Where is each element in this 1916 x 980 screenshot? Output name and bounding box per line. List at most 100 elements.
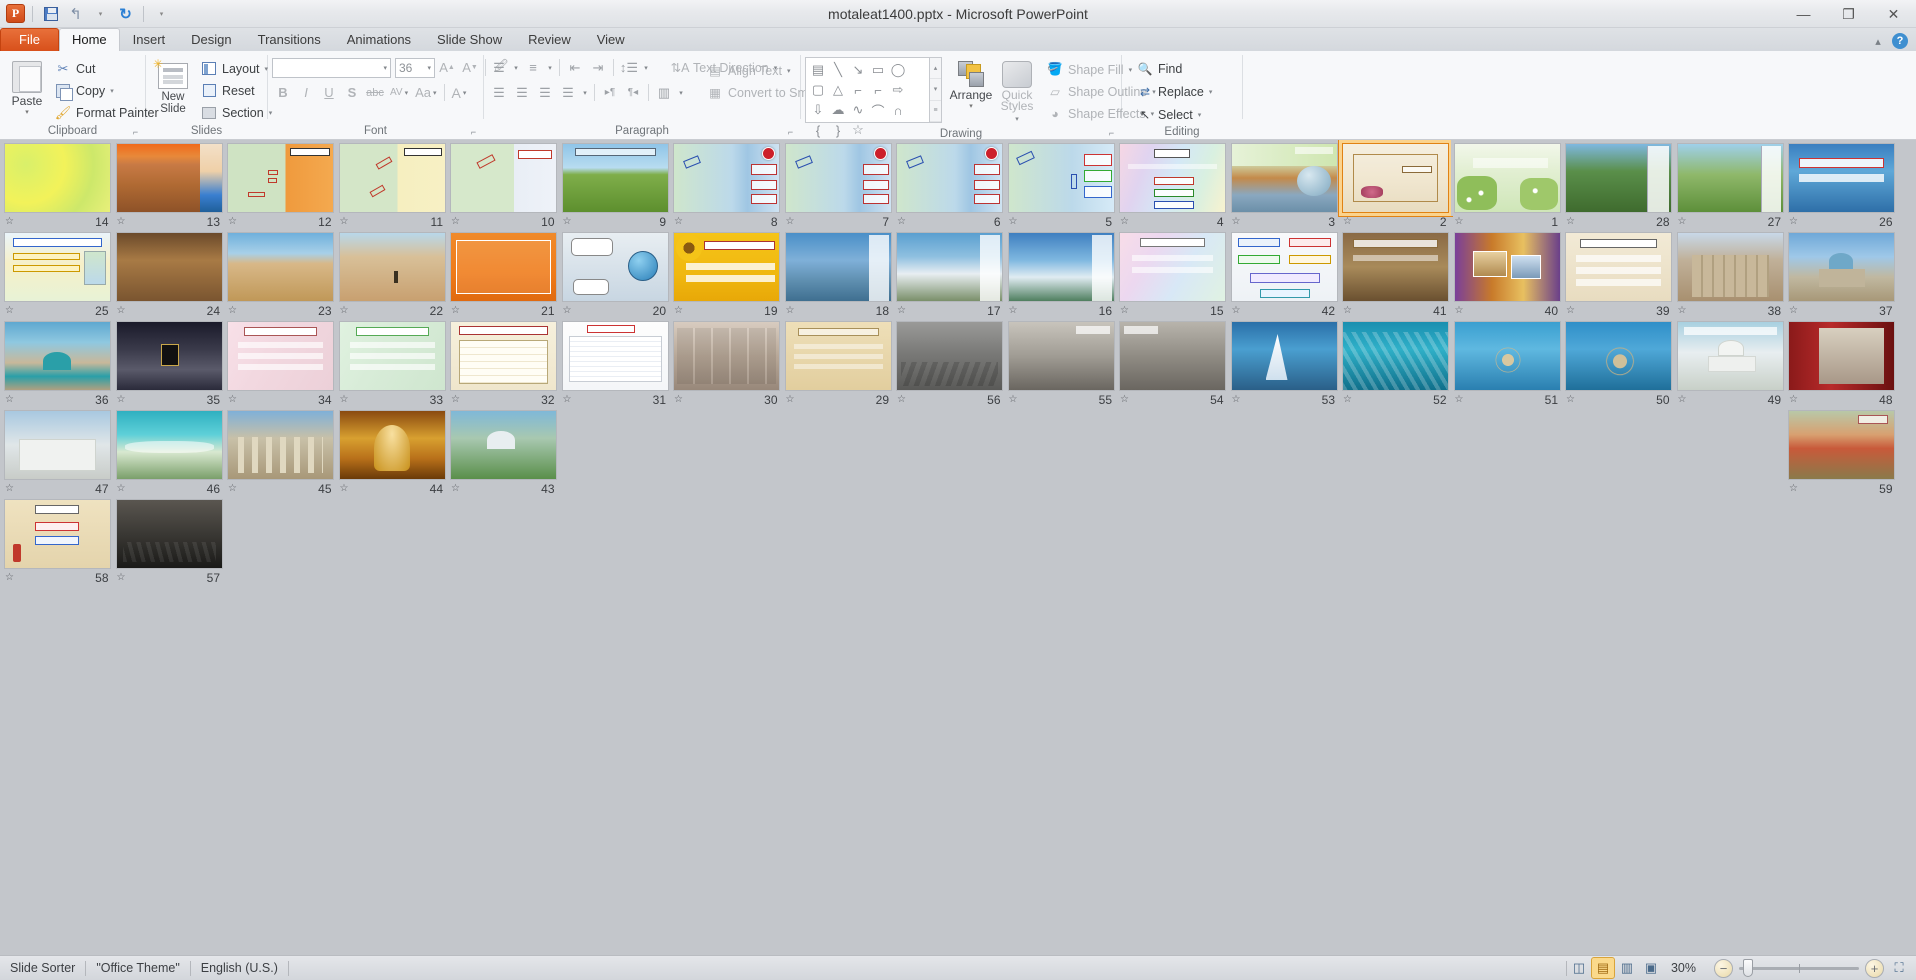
- transition-star-icon[interactable]: ☆: [1009, 394, 1018, 405]
- slide-thumbnail[interactable]: [4, 321, 111, 391]
- transition-star-icon[interactable]: ☆: [1343, 305, 1352, 316]
- slide-cell-4[interactable]: ☆ 4: [1117, 143, 1229, 229]
- slide-cell-26[interactable]: ☆ 26: [1786, 143, 1898, 229]
- font-dialog-launcher-icon[interactable]: ⌐: [468, 126, 479, 137]
- transition-star-icon[interactable]: ☆: [1232, 216, 1241, 227]
- transition-star-icon[interactable]: ☆: [5, 305, 14, 316]
- slide-thumbnail[interactable]: [784, 143, 892, 213]
- paragraph-dialog-launcher-icon[interactable]: ⌐: [785, 126, 796, 137]
- minimize-button[interactable]: —: [1781, 0, 1826, 28]
- slide-thumbnail[interactable]: [1342, 321, 1449, 391]
- shape-elbow-arrow-icon[interactable]: ⌐: [868, 80, 888, 100]
- layout-button[interactable]: Layout ▾: [196, 58, 277, 79]
- slide-thumbnail[interactable]: [1788, 143, 1895, 213]
- slide-cell-46[interactable]: ☆ 46: [114, 410, 226, 496]
- slide-cell-18[interactable]: ☆ 18: [783, 232, 895, 318]
- slide-cell-15[interactable]: ☆ 15: [1117, 232, 1229, 318]
- text-shadow-button[interactable]: S: [341, 82, 363, 103]
- slide-thumbnail[interactable]: [1230, 232, 1338, 302]
- bullets-icon[interactable]: ☰: [488, 57, 510, 78]
- quick-styles-caret-icon[interactable]: ▾: [1015, 116, 1019, 123]
- transition-star-icon[interactable]: ☆: [1009, 216, 1018, 227]
- transition-star-icon[interactable]: ☆: [1232, 305, 1241, 316]
- slide-cell-39[interactable]: ☆ 39: [1563, 232, 1675, 318]
- change-case-button[interactable]: Aa ▾: [412, 82, 439, 103]
- zoom-percent-label[interactable]: 30%: [1663, 961, 1704, 975]
- slide-thumbnail[interactable]: [115, 499, 223, 569]
- transition-star-icon[interactable]: ☆: [1789, 305, 1798, 316]
- section-button[interactable]: Section ▾: [196, 102, 277, 123]
- transition-star-icon[interactable]: ☆: [117, 305, 126, 316]
- line-spacing-icon[interactable]: ↕☰: [618, 57, 640, 78]
- zoom-slider[interactable]: − +: [1714, 958, 1884, 978]
- transition-star-icon[interactable]: ☆: [1343, 394, 1352, 405]
- slide-thumbnail[interactable]: [338, 410, 446, 480]
- powerpoint-logo-icon[interactable]: P: [6, 4, 25, 23]
- justify-caret-icon[interactable]: ▾: [580, 82, 590, 103]
- transition-star-icon[interactable]: ☆: [1455, 216, 1464, 227]
- columns-caret-icon[interactable]: ▾: [676, 82, 686, 103]
- slide-thumbnail-selected[interactable]: [1342, 143, 1449, 213]
- tab-view[interactable]: View: [584, 28, 638, 51]
- font-color-button[interactable]: A ▾: [449, 82, 470, 103]
- transition-star-icon[interactable]: ☆: [1120, 216, 1129, 227]
- slide-cell-19[interactable]: ☆ 19: [671, 232, 783, 318]
- shapes-more-icon[interactable]: ≡: [930, 101, 941, 122]
- slide-thumbnail[interactable]: [1119, 232, 1226, 302]
- slide-thumbnail[interactable]: [673, 143, 780, 213]
- slide-cell-14[interactable]: ☆ 14: [2, 143, 114, 229]
- zoom-in-button[interactable]: +: [1865, 958, 1884, 978]
- tab-insert[interactable]: Insert: [120, 28, 179, 51]
- grow-font-button[interactable]: A ▲: [436, 57, 458, 78]
- slide-cell-27[interactable]: ☆ 27: [1675, 143, 1787, 229]
- slide-thumbnail[interactable]: [1676, 232, 1784, 302]
- shapes-scroll-up-icon[interactable]: ▴: [930, 58, 941, 80]
- transition-star-icon[interactable]: ☆: [117, 216, 126, 227]
- drawing-dialog-launcher-icon[interactable]: ⌐: [1106, 127, 1117, 138]
- numbering-caret-icon[interactable]: ▾: [545, 57, 555, 78]
- slide-thumbnail[interactable]: [673, 232, 780, 302]
- transition-star-icon[interactable]: ☆: [5, 216, 14, 227]
- slide-cell-29[interactable]: ☆ 29: [783, 321, 895, 407]
- transition-star-icon[interactable]: ☆: [674, 216, 683, 227]
- slide-thumbnail[interactable]: [450, 410, 557, 480]
- transition-star-icon[interactable]: ☆: [563, 394, 572, 405]
- slide-thumbnail[interactable]: [450, 143, 557, 213]
- justify-icon[interactable]: ☰: [557, 82, 579, 103]
- undo-dropdown-caret-icon[interactable]: ▾: [90, 3, 111, 24]
- paste-caret-icon[interactable]: ▾: [25, 108, 29, 116]
- slide-thumbnail[interactable]: [1007, 321, 1115, 391]
- save-icon[interactable]: [40, 3, 61, 24]
- tab-design[interactable]: Design: [178, 28, 244, 51]
- columns-icon[interactable]: ▥: [653, 82, 675, 103]
- slide-grid[interactable]: ☆ 14 ☆ 13 ☆ 12 ☆ 11 ☆ 10 ☆ 9 ☆ 8 ☆ 7 ☆ 6 ☆ 5 ☆ 4 ☆ 3 ☆ 2 ☆ 1 ☆ 28 ☆ 27 ☆…: [0, 140, 1916, 588]
- slide-thumbnail[interactable]: [1453, 143, 1561, 213]
- transition-star-icon[interactable]: ☆: [674, 305, 683, 316]
- slide-thumbnail[interactable]: [896, 143, 1003, 213]
- transition-star-icon[interactable]: ☆: [1232, 394, 1241, 405]
- slide-cell-2[interactable]: ☆ 2: [1340, 143, 1452, 229]
- align-right-icon[interactable]: ☰: [534, 82, 556, 103]
- slide-cell-44[interactable]: ☆ 44: [337, 410, 449, 496]
- transition-star-icon[interactable]: ☆: [1120, 394, 1129, 405]
- slide-thumbnail[interactable]: [1119, 143, 1226, 213]
- shape-cloud-icon[interactable]: ☁: [828, 100, 848, 120]
- slide-thumbnail[interactable]: [1788, 321, 1895, 391]
- change-case-caret-icon[interactable]: ▾: [433, 89, 437, 97]
- copy-caret-icon[interactable]: ▾: [110, 87, 114, 95]
- transition-star-icon[interactable]: ☆: [1455, 305, 1464, 316]
- tab-review[interactable]: Review: [515, 28, 584, 51]
- transition-star-icon[interactable]: ☆: [1120, 305, 1129, 316]
- shape-curve-icon[interactable]: ∩: [888, 100, 908, 120]
- decrease-indent-icon[interactable]: ⇤: [564, 57, 586, 78]
- slide-cell-7[interactable]: ☆ 7: [783, 143, 895, 229]
- tab-home[interactable]: Home: [58, 28, 120, 51]
- slide-cell-59[interactable]: ☆ 59: [1786, 410, 1898, 496]
- shapes-gallery[interactable]: ▤ ╲ ↘ ▭ ◯ ▢ △ ⌐ ⌐ ⇨ ⇩ ☁ ∿ ⌒ ∩ { } ☆: [805, 57, 930, 138]
- transition-star-icon[interactable]: ☆: [563, 305, 572, 316]
- shape-rectangle-icon[interactable]: ▭: [868, 60, 888, 80]
- slide-cell-40[interactable]: ☆ 40: [1452, 232, 1564, 318]
- slide-thumbnail[interactable]: [1788, 410, 1895, 480]
- slide-cell-35[interactable]: ☆ 35: [114, 321, 226, 407]
- slide-thumbnail[interactable]: [227, 143, 334, 213]
